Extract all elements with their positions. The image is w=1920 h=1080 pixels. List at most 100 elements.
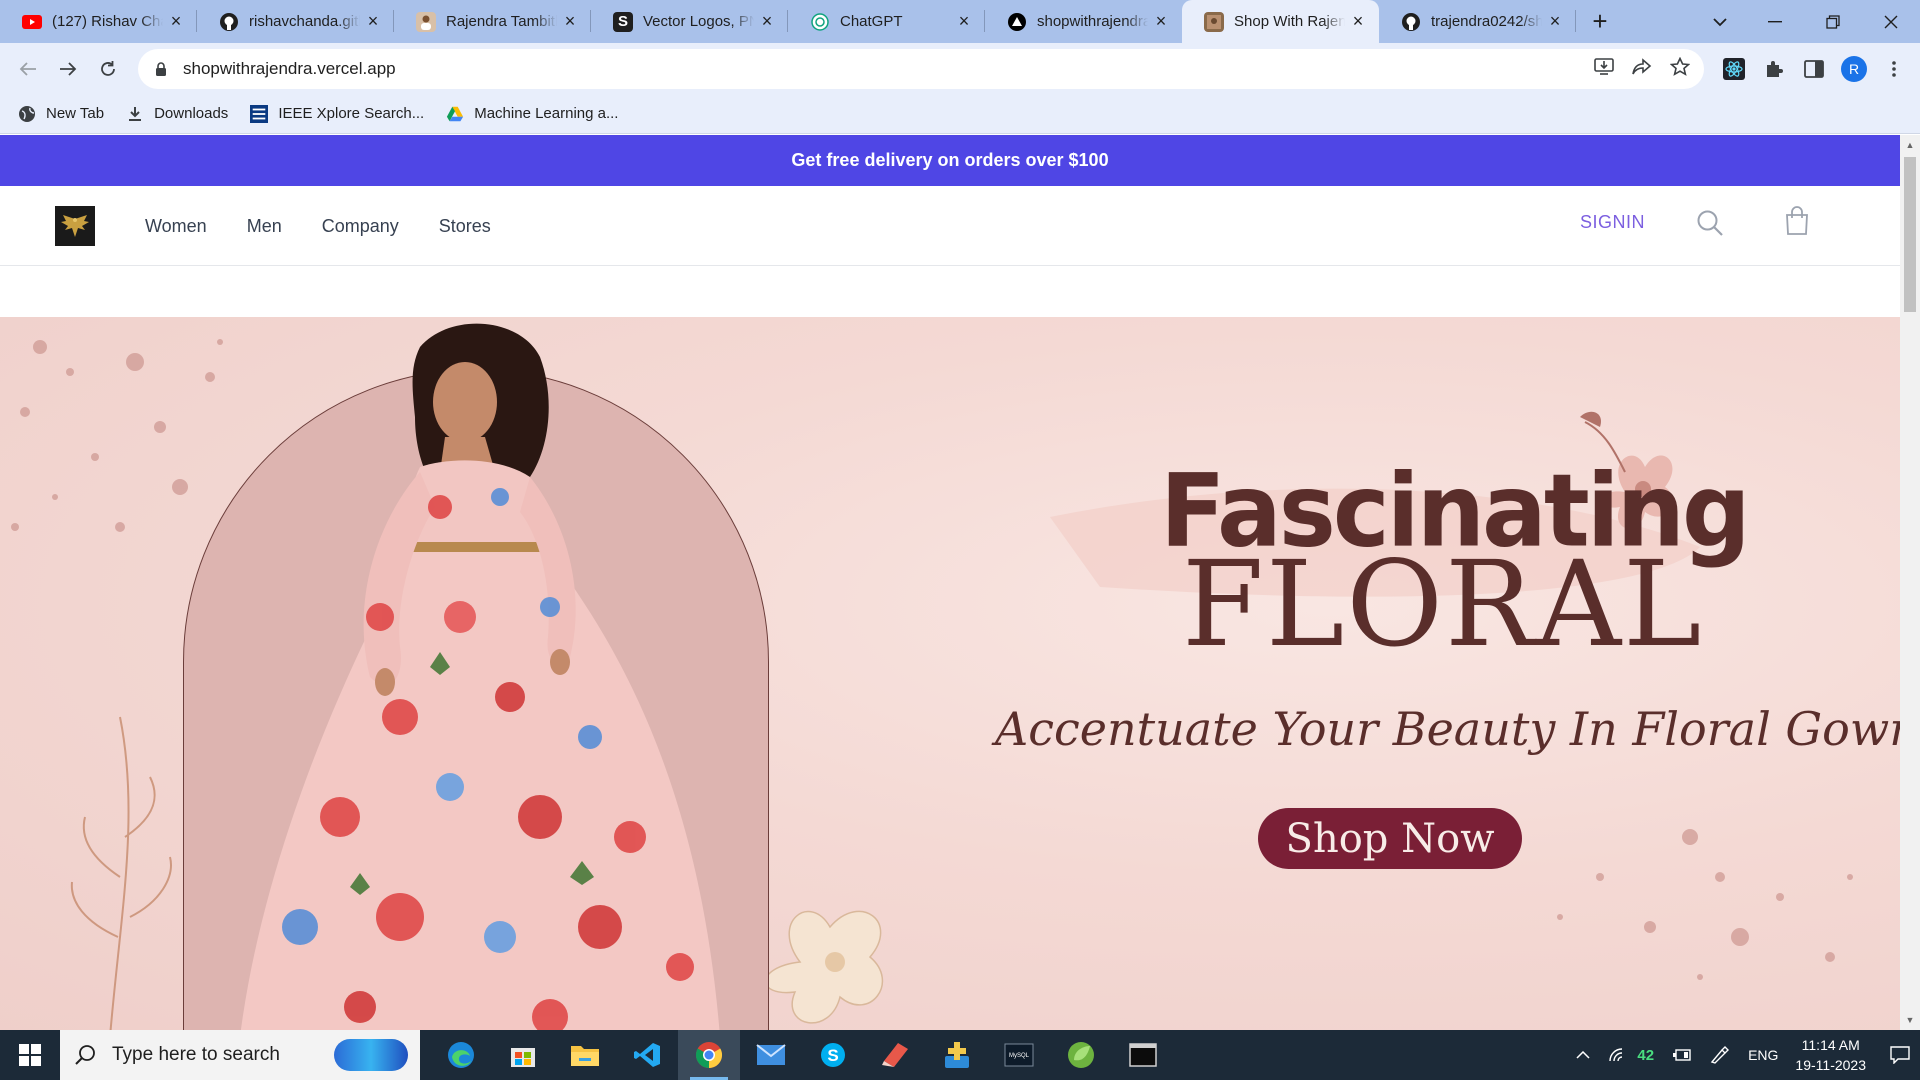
edge-icon bbox=[448, 1042, 474, 1068]
minimize-button[interactable] bbox=[1746, 0, 1804, 43]
scroll-up-arrow-icon[interactable]: ▲ bbox=[1900, 137, 1920, 153]
install-app-icon[interactable] bbox=[1594, 57, 1614, 81]
medical-app-icon bbox=[945, 1042, 969, 1068]
battery-icon[interactable] bbox=[1672, 1048, 1692, 1062]
globe-icon bbox=[18, 105, 36, 123]
taskbar-chrome[interactable] bbox=[678, 1030, 740, 1080]
promo-banner: Get free delivery on orders over $100 bbox=[0, 135, 1900, 186]
google-drive-icon bbox=[446, 105, 464, 123]
scroll-down-arrow-icon[interactable]: ▼ bbox=[1900, 1012, 1920, 1028]
shop-now-button[interactable]: Shop Now bbox=[1258, 808, 1522, 869]
bing-chat-icon[interactable] bbox=[334, 1039, 408, 1071]
pen-icon[interactable] bbox=[1710, 1046, 1730, 1064]
bookmark-new-tab[interactable]: New Tab bbox=[18, 105, 104, 123]
more-vertical-icon bbox=[1892, 60, 1896, 77]
chevron-up-icon[interactable] bbox=[1576, 1051, 1590, 1059]
terminal-icon bbox=[1129, 1043, 1157, 1067]
tab-chatgpt[interactable]: ChatGPT × bbox=[788, 0, 985, 43]
side-panel-icon[interactable] bbox=[1794, 49, 1834, 89]
promo-text: Get free delivery on orders over $100 bbox=[791, 150, 1109, 170]
browser-menu-button[interactable] bbox=[1874, 49, 1914, 89]
mail-icon bbox=[756, 1044, 786, 1065]
scrollbar-thumb[interactable] bbox=[1904, 157, 1916, 312]
tab-vector-logos[interactable]: S Vector Logos, PNG × bbox=[591, 0, 788, 43]
taskbar-vscode[interactable] bbox=[616, 1030, 678, 1080]
browser-toolbar: shopwithrajendra.vercel.app R bbox=[0, 43, 1920, 94]
avatar: R bbox=[1841, 55, 1867, 82]
github-icon bbox=[1401, 12, 1421, 32]
tab-close-button[interactable]: × bbox=[1349, 11, 1367, 31]
url-text[interactable]: shopwithrajendra.vercel.app bbox=[183, 59, 396, 79]
window-controls bbox=[1746, 0, 1920, 43]
tab-github-rishav[interactable]: rishavchanda.github.io × bbox=[197, 0, 394, 43]
share-icon[interactable] bbox=[1632, 57, 1652, 81]
address-bar[interactable]: shopwithrajendra.vercel.app bbox=[138, 49, 1704, 89]
bookmark-star-icon[interactable] bbox=[1669, 56, 1691, 81]
nav-link-men[interactable]: Men bbox=[247, 216, 282, 237]
new-tab-button[interactable]: + bbox=[1580, 0, 1620, 43]
taskbar-file-explorer[interactable] bbox=[554, 1030, 616, 1080]
bookmark-machine-learning[interactable]: Machine Learning a... bbox=[446, 105, 618, 123]
extensions-icon[interactable] bbox=[1754, 49, 1794, 89]
clock[interactable]: 11:14 AM 19-11-2023 bbox=[1795, 1035, 1866, 1075]
taskbar-mail[interactable] bbox=[740, 1030, 802, 1080]
chevron-down-icon bbox=[1713, 17, 1727, 26]
tab-close-button[interactable]: × bbox=[561, 11, 579, 31]
tab-close-button[interactable]: × bbox=[758, 11, 776, 31]
store-icon bbox=[511, 1048, 535, 1067]
tab-youtube[interactable]: (127) Rishav Chanda × bbox=[0, 0, 197, 43]
profile-button[interactable]: R bbox=[1834, 49, 1874, 89]
tab-close-button[interactable]: × bbox=[364, 11, 382, 31]
taskbar-search-box[interactable]: Type here to search bbox=[60, 1030, 420, 1080]
shop-image-icon bbox=[1204, 11, 1224, 32]
taskbar-store[interactable] bbox=[492, 1030, 554, 1080]
nav-link-stores[interactable]: Stores bbox=[439, 216, 491, 237]
wifi-icon[interactable] bbox=[1608, 1047, 1628, 1063]
nav-link-women[interactable]: Women bbox=[145, 216, 207, 237]
page-scrollbar[interactable]: ▲ ▼ bbox=[1900, 135, 1920, 1030]
language-indicator[interactable]: ENG bbox=[1748, 1047, 1778, 1063]
tab-rajendra-profile[interactable]: Rajendra Tambitkar × bbox=[394, 0, 591, 43]
tab-close-button[interactable]: × bbox=[167, 11, 185, 31]
bookmark-ieee[interactable]: IEEE Xplore Search... bbox=[250, 104, 424, 123]
download-icon bbox=[126, 105, 144, 123]
tab-close-button[interactable]: × bbox=[1546, 11, 1564, 31]
cart-button[interactable] bbox=[1784, 206, 1814, 240]
taskbar-medical-app[interactable] bbox=[926, 1030, 988, 1080]
site-header: Women Men Company Stores SIGNIN bbox=[0, 186, 1900, 266]
tab-title: trajendra0242/shop bbox=[1431, 13, 1542, 30]
tab-github-trajendra[interactable]: trajendra0242/shop × bbox=[1379, 0, 1576, 43]
tab-close-button[interactable]: × bbox=[1152, 11, 1170, 31]
eagle-logo-icon bbox=[61, 215, 89, 237]
back-button[interactable] bbox=[8, 49, 48, 89]
main-nav: Women Men Company Stores bbox=[145, 186, 491, 266]
nav-link-company[interactable]: Company bbox=[322, 216, 399, 237]
notifications-button[interactable] bbox=[1880, 1030, 1920, 1080]
taskbar-skype[interactable]: S bbox=[802, 1030, 864, 1080]
site-logo[interactable] bbox=[55, 206, 95, 246]
taskbar-mysql[interactable]: MySQL bbox=[988, 1030, 1050, 1080]
reload-button[interactable] bbox=[88, 49, 128, 89]
start-button[interactable] bbox=[0, 1030, 60, 1080]
tab-vercel[interactable]: shopwithrajendra × bbox=[985, 0, 1182, 43]
hero-title-line2: FLORAL bbox=[1182, 535, 1704, 673]
restore-button[interactable] bbox=[1804, 0, 1862, 43]
tab-close-button[interactable]: × bbox=[955, 11, 973, 31]
model-in-floral-gown-image bbox=[240, 323, 720, 1030]
search-icon bbox=[1697, 210, 1723, 236]
taskbar-spring[interactable] bbox=[1050, 1030, 1112, 1080]
react-devtools-icon[interactable] bbox=[1714, 49, 1754, 89]
bookmark-downloads[interactable]: Downloads bbox=[126, 105, 228, 123]
tab-search-button[interactable] bbox=[1700, 0, 1740, 43]
signin-link[interactable]: SIGNIN bbox=[1580, 212, 1645, 233]
close-window-button[interactable] bbox=[1862, 0, 1920, 43]
browser-tab-strip: (127) Rishav Chanda × rishavchanda.githu… bbox=[0, 0, 1920, 43]
tab-shop-with-rajendra[interactable]: Shop With Rajendra × bbox=[1182, 0, 1379, 43]
ieee-icon bbox=[250, 104, 269, 123]
taskbar-terminal[interactable] bbox=[1112, 1030, 1174, 1080]
taskbar-drawing-app[interactable] bbox=[864, 1030, 926, 1080]
restore-icon bbox=[1826, 14, 1840, 29]
search-button[interactable] bbox=[1695, 208, 1727, 240]
taskbar-edge[interactable] bbox=[430, 1030, 492, 1080]
forward-button[interactable] bbox=[48, 49, 88, 89]
